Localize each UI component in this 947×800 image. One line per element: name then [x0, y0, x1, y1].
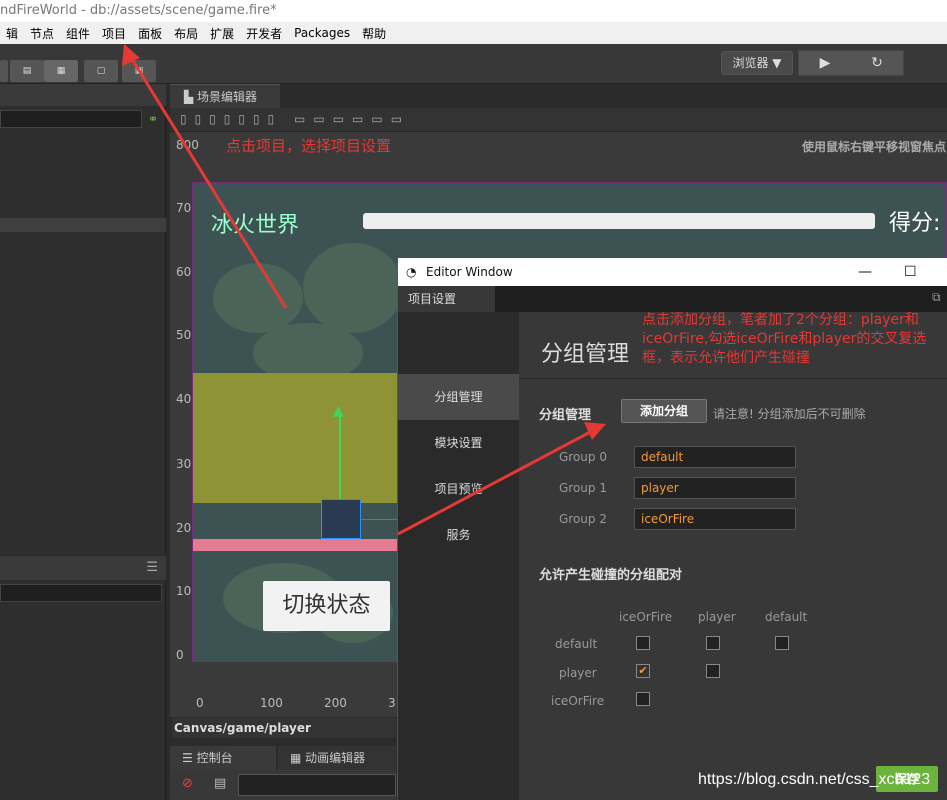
arrow-head [584, 422, 606, 440]
watermark: https://blog.csdn.net/css_xch123 [698, 771, 931, 788]
arrow-to-project-menu [128, 55, 288, 309]
arrow-to-add-button [397, 428, 595, 536]
arrow-head [122, 44, 140, 66]
annotation-arrows [122, 44, 606, 536]
